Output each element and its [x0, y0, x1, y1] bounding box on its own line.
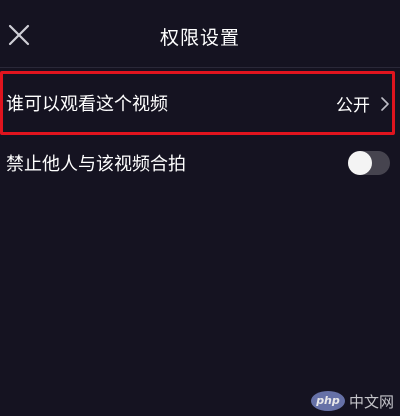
- disable-duet-label: 禁止他人与该视频合拍: [6, 154, 186, 175]
- disable-duet-toggle[interactable]: [348, 151, 390, 175]
- page-title: 权限设置: [159, 27, 240, 49]
- php-logo-icon: php: [310, 391, 345, 411]
- watermark: php 中文网: [310, 390, 394, 412]
- chevron-right-icon: [381, 97, 389, 111]
- toggle-knob: [348, 151, 372, 175]
- disable-duet-setting: 禁止他人与该视频合拍: [0, 134, 400, 192]
- who-can-view-setting[interactable]: 谁可以观看这个视频 公开: [0, 74, 400, 132]
- watermark-text: 中文网: [348, 392, 394, 411]
- who-can-view-value: 公开: [336, 96, 370, 116]
- permission-settings-screen: 权限设置 谁可以观看这个视频 公开 禁止他人与该视频合拍 php 中文网: [0, 0, 400, 416]
- header-bar: 权限设置: [0, 0, 400, 68]
- who-can-view-label: 谁可以观看这个视频: [6, 94, 168, 115]
